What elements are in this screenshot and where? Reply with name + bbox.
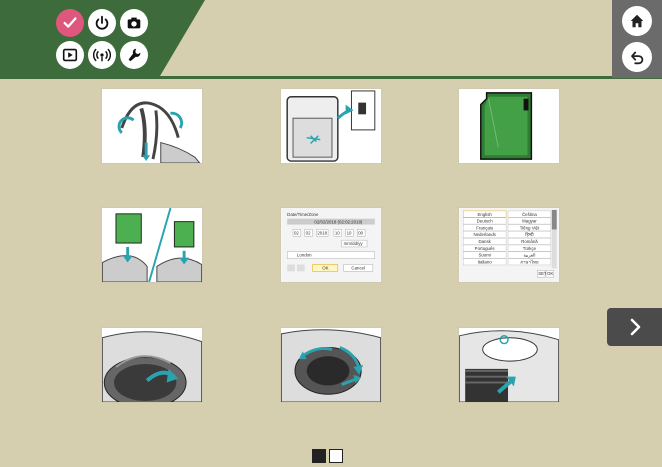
datetime-zone: London — [297, 253, 312, 258]
language-option[interactable]: Français — [476, 225, 494, 230]
language-option[interactable]: Nederlands — [473, 232, 496, 237]
language-option[interactable]: Türkçe — [523, 246, 537, 251]
right-rail — [612, 0, 662, 78]
tile-sd-card[interactable] — [458, 88, 560, 164]
tile-lens-mount[interactable] — [458, 327, 560, 403]
language-option[interactable]: Magyar — [522, 219, 537, 224]
datetime-title: Date/Time/Zone — [287, 212, 319, 217]
language-ok: OK — [547, 271, 553, 276]
language-option[interactable]: Dansk — [478, 239, 491, 244]
datetime-cancel: Cancel — [351, 265, 365, 270]
tile-lens-hood[interactable] — [280, 327, 382, 403]
page-dot[interactable] — [329, 449, 343, 463]
wireless-icon[interactable] — [88, 41, 116, 69]
chevron-right-icon — [630, 318, 640, 336]
language-option[interactable]: हिन्दी — [525, 232, 534, 237]
tile-language-screen[interactable]: SET OK English Čeština Deutsch Magyar França… — [458, 207, 560, 283]
language-option[interactable]: English — [477, 212, 492, 217]
tile-charger[interactable] — [280, 88, 382, 164]
tile-lens-attach[interactable] — [101, 327, 203, 403]
language-option[interactable]: Português — [475, 246, 496, 251]
language-option[interactable]: Suomi — [478, 253, 490, 258]
back-icon[interactable] — [622, 42, 652, 72]
tile-strap[interactable] — [101, 88, 203, 164]
datetime-year: 2018 — [317, 230, 327, 235]
language-set: SET — [538, 271, 547, 276]
datetime-month: 02 — [306, 230, 311, 235]
language-option[interactable]: Deutsch — [477, 219, 494, 224]
datetime-second: 00 — [358, 230, 363, 235]
language-option[interactable]: العربية — [523, 253, 535, 258]
datetime-hour: 10 — [335, 230, 340, 235]
language-option[interactable]: Română — [521, 239, 538, 244]
tile-datetime-screen[interactable]: Date/Time/Zone 02/02/2018 (02:02:2018) 0… — [280, 207, 382, 283]
wrench-icon[interactable] — [120, 41, 148, 69]
top-bar — [0, 0, 662, 79]
page-dot-current[interactable] — [312, 449, 326, 463]
page-indicator — [312, 449, 343, 463]
next-page-button[interactable] — [607, 308, 662, 346]
playback-icon[interactable] — [56, 41, 84, 69]
power-icon[interactable] — [88, 9, 116, 37]
language-option[interactable]: ภาษาไทย — [520, 260, 539, 265]
language-option[interactable]: Čeština — [522, 212, 537, 217]
language-option[interactable]: Italiano — [478, 260, 493, 265]
datetime-ok: OK — [322, 265, 328, 270]
top-divider — [0, 76, 662, 79]
datetime-format: mm/dd/yy — [344, 241, 364, 246]
camera-icon[interactable] — [120, 9, 148, 37]
datetime-day: 02 — [294, 230, 299, 235]
language-option[interactable]: Tiếng Việt — [520, 225, 540, 230]
tile-battery-card[interactable] — [101, 207, 203, 283]
home-icon[interactable] — [622, 6, 652, 36]
check-icon[interactable] — [56, 9, 84, 37]
datetime-minute: 10 — [347, 230, 352, 235]
datetime-date-display: 02/02/2018 (02:02:2018) — [314, 220, 362, 225]
